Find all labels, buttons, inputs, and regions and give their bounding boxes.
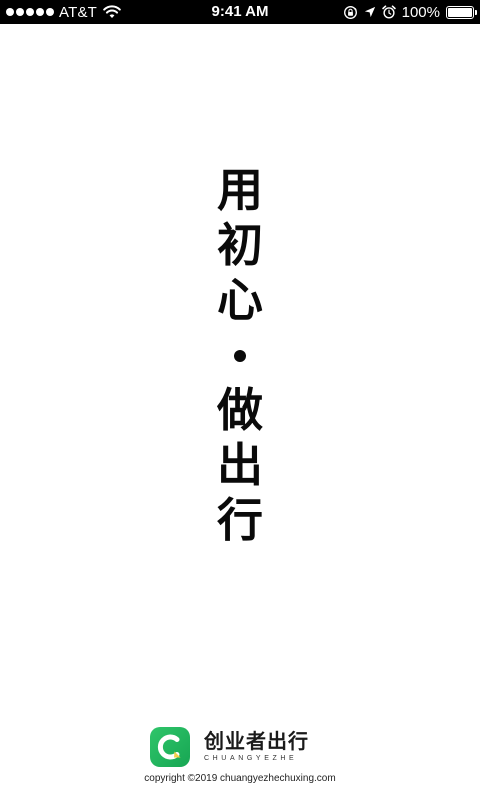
battery-percentage: 100% bbox=[401, 3, 440, 21]
brand-c-logo-icon bbox=[150, 727, 190, 767]
status-bar: AT&T 9:41 AM 100% bbox=[0, 0, 480, 24]
brand-subtitle: CHUANGYEZHE bbox=[204, 755, 298, 762]
brand-block: 创业者出行 CHUANGYEZHE bbox=[150, 727, 309, 767]
splash-slogan: 用 初 心 做 出 行 bbox=[200, 163, 280, 548]
alarm-icon bbox=[381, 5, 396, 19]
slogan-char: 初 bbox=[217, 218, 263, 272]
slogan-char: 出 bbox=[217, 438, 263, 492]
location-arrow-icon bbox=[364, 6, 375, 18]
copyright-text: copyright ©2019 chuangyezhechuxing.com bbox=[144, 773, 336, 784]
slogan-char: 做 bbox=[217, 383, 263, 437]
orientation-lock-icon bbox=[343, 5, 357, 19]
brand-text: 创业者出行 CHUANGYEZHE bbox=[204, 730, 309, 764]
battery-icon bbox=[446, 5, 477, 19]
slogan-char: 心 bbox=[217, 273, 263, 327]
status-bar-right: 100% bbox=[343, 0, 477, 24]
slogan-char: 行 bbox=[217, 493, 263, 547]
slogan-separator-dot bbox=[234, 328, 246, 383]
slogan-char: 用 bbox=[217, 163, 263, 217]
brand-name: 创业者出行 bbox=[204, 729, 309, 753]
